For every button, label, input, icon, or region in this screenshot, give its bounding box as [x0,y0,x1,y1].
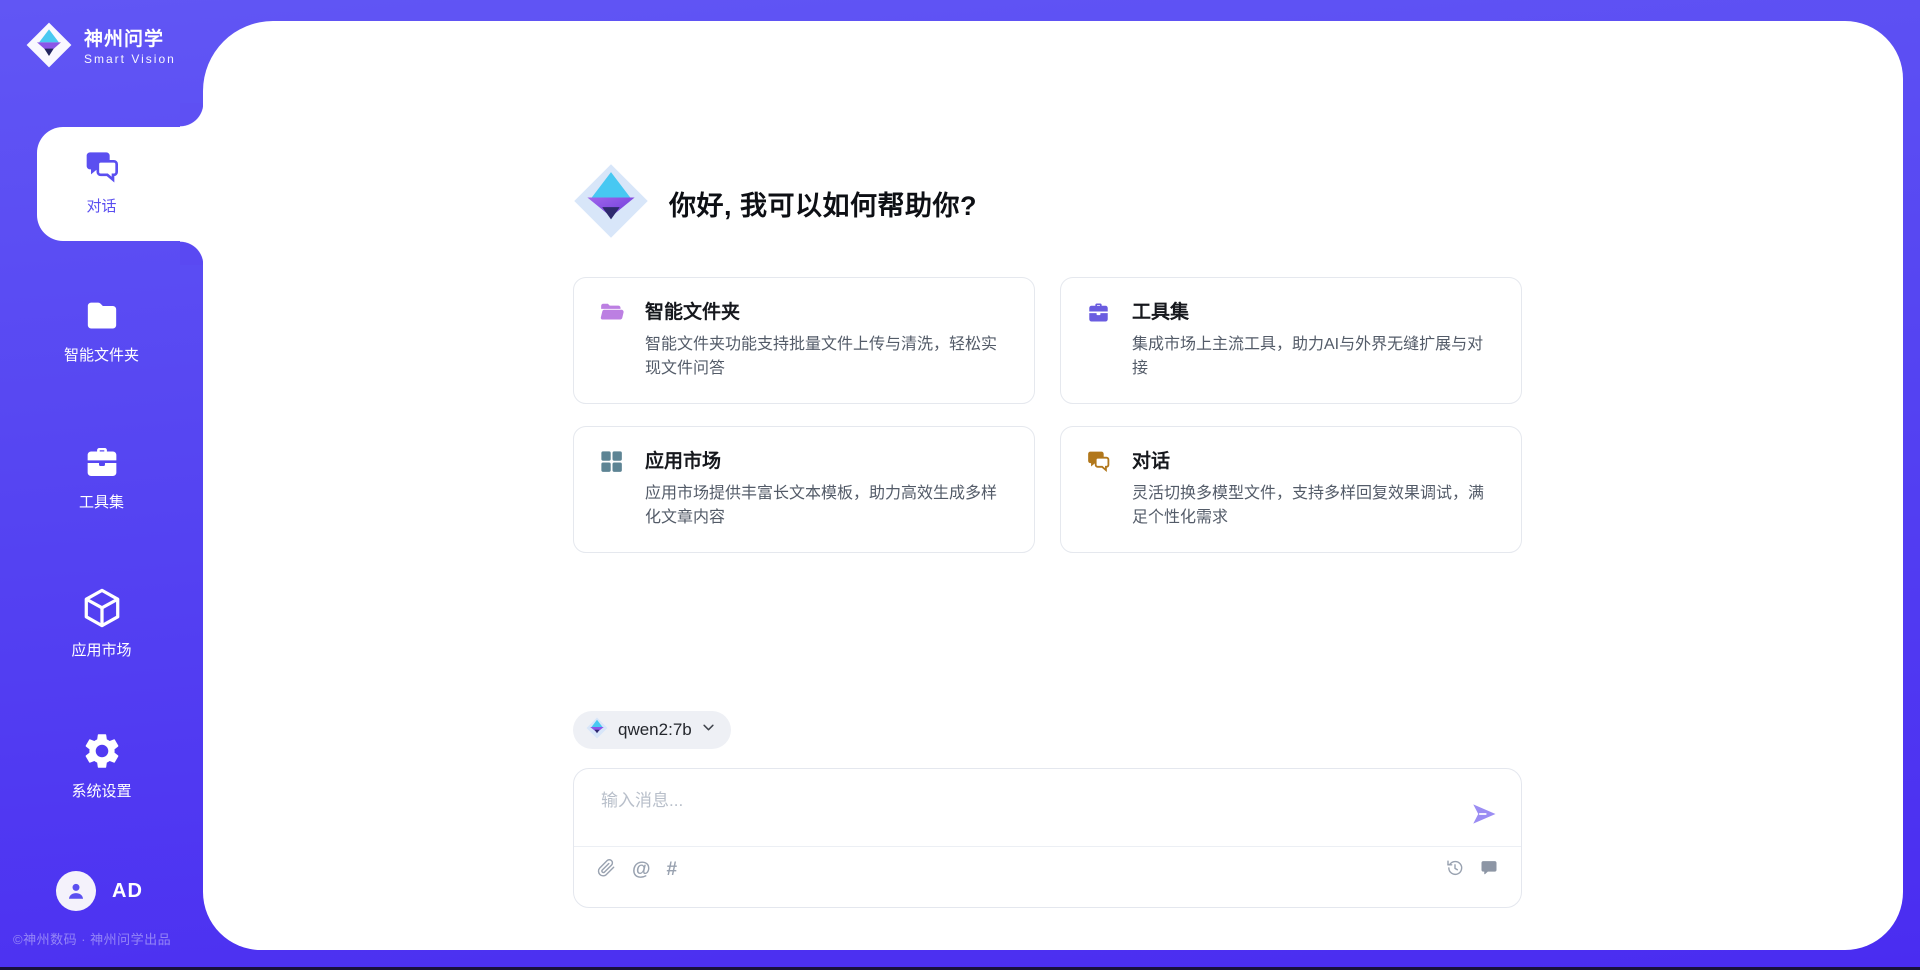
sidebar-item-label: 系统设置 [71,784,131,799]
cube-icon [79,585,125,636]
chat-bubbles-icon [82,147,122,192]
card-description: 集成市场上主流工具，助力AI与外界无缝扩展与对接 [1132,333,1497,381]
brand-subtitle: Smart Vision [84,53,176,67]
sidebar-item-label: 智能文件夹 [64,348,139,363]
gear-icon [81,730,123,777]
card-description: 智能文件夹功能支持批量文件上传与清洗，轻松实现文件问答 [645,333,1010,381]
footer-credit: ©神州数码 · 神州问学出品 [13,929,171,948]
message-composer: @ # [573,768,1522,908]
briefcase-icon [81,441,123,488]
message-input[interactable] [599,784,1449,842]
chevron-down-icon [701,720,716,740]
card-title: 智能文件夹 [645,297,1010,324]
topic-button[interactable]: # [667,860,678,880]
card-title: 应用市场 [645,446,1010,473]
greeting-block: 你好, 我可以如何帮助你? [569,159,977,248]
model-selector[interactable]: qwen2:7b [573,711,731,749]
hash-icon: # [667,860,678,880]
composer-divider [574,846,1521,847]
model-name: qwen2:7b [618,720,692,740]
brand-diamond-logo-icon [24,20,74,75]
chat-bubble-icon [1479,858,1499,881]
mention-button[interactable]: @ [632,860,651,880]
app-window: 神州问学 Smart Vision 对话 智能文件夹 [0,0,1920,970]
card-description: 灵活切换多模型文件，支持多样回复效果调试，满足个性化需求 [1132,482,1497,530]
feature-card-toolset[interactable]: 工具集 集成市场上主流工具，助力AI与外界无缝扩展与对接 [1060,277,1522,404]
history-button[interactable] [1445,858,1465,881]
feature-card-smart-folder[interactable]: 智能文件夹 智能文件夹功能支持批量文件上传与清洗，轻松实现文件问答 [573,277,1035,404]
composer-right-tools [1445,858,1499,881]
paperclip-icon [596,858,616,881]
diamond-logo-icon [585,716,609,745]
feature-cards: 智能文件夹 智能文件夹功能支持批量文件上传与清洗，轻松实现文件问答 工具集 集成… [573,277,1522,553]
card-title: 工具集 [1132,297,1497,324]
brand-logo-block: 神州问学 Smart Vision [24,20,176,75]
card-title: 对话 [1132,446,1497,473]
sidebar-item-chat[interactable]: 对话 [0,147,203,214]
brand-text: 神州问学 Smart Vision [84,29,176,67]
avatar [56,871,96,911]
folder-icon [82,296,122,341]
sidebar-item-toolset[interactable]: 工具集 [0,441,203,510]
brand-name: 神州问学 [84,29,176,51]
greeting-title: 你好, 我可以如何帮助你? [669,184,977,223]
send-button[interactable] [1469,799,1499,829]
composer-left-tools: @ # [596,858,677,881]
send-icon [1469,817,1499,832]
card-body: 智能文件夹 智能文件夹功能支持批量文件上传与清洗，轻松实现文件问答 [645,297,1010,381]
feature-card-app-market[interactable]: 应用市场 应用市场提供丰富长文本模板，助力高效生成多样化文章内容 [573,426,1035,553]
card-description: 应用市场提供丰富长文本模板，助力高效生成多样化文章内容 [645,482,1010,530]
sidebar-item-label: 应用市场 [71,643,131,658]
user-name: AD [112,880,143,903]
history-icon [1445,858,1465,881]
at-sign-icon: @ [632,860,651,880]
chat-mode-button[interactable] [1479,858,1499,881]
card-body: 应用市场 应用市场提供丰富长文本模板，助力高效生成多样化文章内容 [645,446,1010,530]
feature-card-chat[interactable]: 对话 灵活切换多模型文件，支持多样回复效果调试，满足个性化需求 [1060,426,1522,553]
sidebar-item-app-market[interactable]: 应用市场 [0,585,203,658]
attach-file-button[interactable] [596,858,616,881]
active-tab-top-curve [180,103,204,127]
sidebar: 神州问学 Smart Vision 对话 智能文件夹 [0,0,203,970]
sidebar-item-label: 工具集 [79,495,124,510]
folder-open-icon [598,299,625,331]
card-body: 工具集 集成市场上主流工具，助力AI与外界无缝扩展与对接 [1132,297,1497,381]
card-body: 对话 灵活切换多模型文件，支持多样回复效果调试，满足个性化需求 [1132,446,1497,530]
active-tab-bottom-curve [180,241,204,265]
sidebar-item-smart-folder[interactable]: 智能文件夹 [0,296,203,363]
briefcase-icon [1085,299,1112,331]
grid-icon [598,448,625,480]
user-account[interactable]: AD [56,871,143,911]
sidebar-item-settings[interactable]: 系统设置 [0,730,203,799]
greeting-diamond-logo-icon [569,159,653,248]
main-content-panel: 你好, 我可以如何帮助你? 智能文件夹 智能文件夹功能支持批量文件上传与清洗，轻… [203,21,1903,950]
sidebar-item-label: 对话 [86,199,116,214]
chat-bubbles-icon [1085,448,1112,480]
